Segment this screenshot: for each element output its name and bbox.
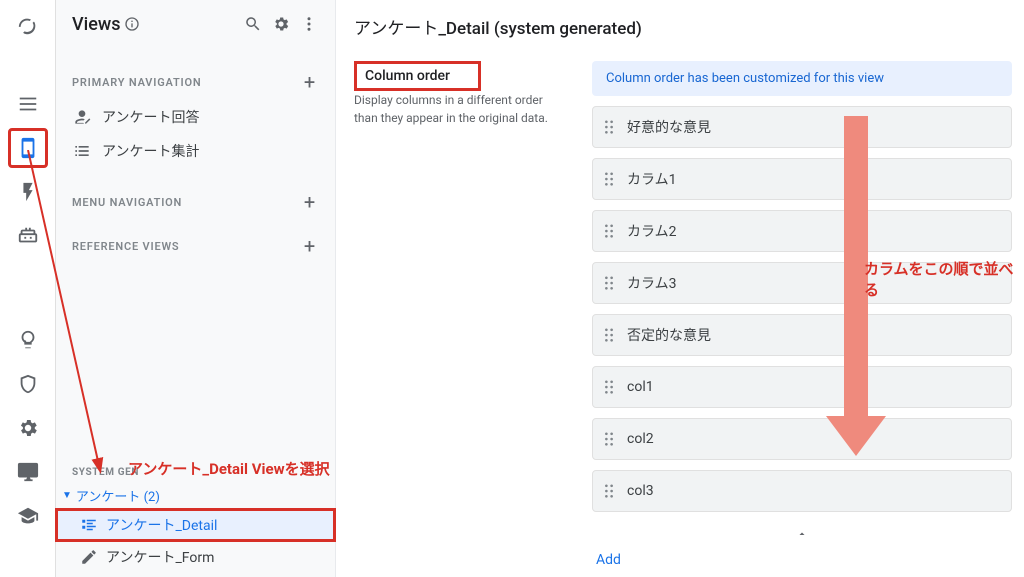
main-content: アンケート_Detail (system generated) Column o… xyxy=(336,0,1024,577)
column-name: 好意的な意見 xyxy=(627,117,711,137)
caret-down-icon: ▼ xyxy=(62,490,72,501)
drag-handle-icon[interactable] xyxy=(603,484,615,498)
column-order-item[interactable]: col2 xyxy=(592,418,1012,460)
rail-security-icon[interactable] xyxy=(8,364,48,404)
rail-idea-icon[interactable] xyxy=(8,320,48,360)
info-icon[interactable] xyxy=(124,16,140,32)
column-order-item[interactable]: カラム1 xyxy=(592,158,1012,200)
icon-rail xyxy=(0,0,56,577)
column-name: カラム3 xyxy=(627,273,676,293)
system-gen-label: SYSTEM GEN xyxy=(56,467,335,482)
column-name: col2 xyxy=(627,431,654,447)
rail-bot-icon[interactable] xyxy=(8,216,48,256)
ref-views-header: REFERENCE VIEWS+ xyxy=(56,220,335,264)
drag-handle-icon[interactable] xyxy=(603,172,615,186)
form-icon xyxy=(80,548,98,566)
nav-item-survey-summary[interactable]: アンケート集計 xyxy=(56,134,335,168)
column-order-item[interactable]: 好意的な意見 xyxy=(592,106,1012,148)
column-order-item[interactable]: 否定的な意見 xyxy=(592,314,1012,356)
column-order-item[interactable]: col1 xyxy=(592,366,1012,408)
column-name: col1 xyxy=(627,379,654,395)
collapse-toggle[interactable] xyxy=(592,522,1012,546)
rail-monitor-icon[interactable] xyxy=(8,452,48,492)
drag-handle-icon[interactable] xyxy=(603,120,615,134)
column-order-desc: Display columns in a different order tha… xyxy=(354,91,572,127)
detail-icon xyxy=(80,516,98,534)
rail-settings-icon[interactable] xyxy=(8,408,48,448)
column-order-item[interactable]: カラム2 xyxy=(592,210,1012,252)
drag-handle-icon[interactable] xyxy=(603,328,615,342)
views-panel: Views PRIMARY NAVIGATION+ アンケート回答 アンケート集… xyxy=(56,0,336,577)
column-name: 否定的な意見 xyxy=(627,325,711,345)
page-title: アンケート_Detail (system generated) xyxy=(354,10,1024,61)
rail-actions-icon[interactable] xyxy=(8,172,48,212)
drag-handle-icon[interactable] xyxy=(603,276,615,290)
menu-nav-header: MENU NAVIGATION+ xyxy=(56,176,335,220)
info-banner: Column order has been customized for thi… xyxy=(592,61,1012,96)
drag-handle-icon[interactable] xyxy=(603,380,615,394)
rail-learn-icon[interactable] xyxy=(8,496,48,536)
rail-home-icon[interactable] xyxy=(8,6,48,46)
column-order-label: Column order xyxy=(354,61,481,91)
column-name: カラム2 xyxy=(627,221,676,241)
column-order-item[interactable]: カラム3 xyxy=(592,262,1012,304)
drag-handle-icon[interactable] xyxy=(603,224,615,238)
more-icon[interactable] xyxy=(295,10,323,38)
sysgen-item-detail[interactable]: アンケート_Detail xyxy=(56,509,335,541)
chevron-up-icon xyxy=(793,528,811,540)
sysgen-group[interactable]: ▼ アンケート (2) xyxy=(56,482,335,509)
add-menu-nav[interactable]: + xyxy=(299,190,321,214)
gear-icon[interactable] xyxy=(267,10,295,38)
person-edit-icon xyxy=(72,107,92,127)
primary-nav-header: PRIMARY NAVIGATION+ xyxy=(56,56,335,100)
views-panel-header: Views xyxy=(56,0,335,48)
views-title: Views xyxy=(72,14,120,35)
add-primary-nav[interactable]: + xyxy=(299,70,321,94)
column-name: カラム1 xyxy=(627,169,676,189)
search-icon[interactable] xyxy=(239,10,267,38)
nav-item-survey-answer[interactable]: アンケート回答 xyxy=(56,100,335,134)
add-column-button[interactable]: Add xyxy=(592,546,1012,574)
add-ref-view[interactable]: + xyxy=(299,234,321,258)
rail-data-icon[interactable] xyxy=(8,84,48,124)
drag-handle-icon[interactable] xyxy=(603,432,615,446)
list-icon xyxy=(72,141,92,161)
column-order-item[interactable]: col3 xyxy=(592,470,1012,512)
column-name: col3 xyxy=(627,483,654,499)
rail-views-icon[interactable] xyxy=(8,128,48,168)
sysgen-item-form[interactable]: アンケート_Form xyxy=(56,541,335,573)
